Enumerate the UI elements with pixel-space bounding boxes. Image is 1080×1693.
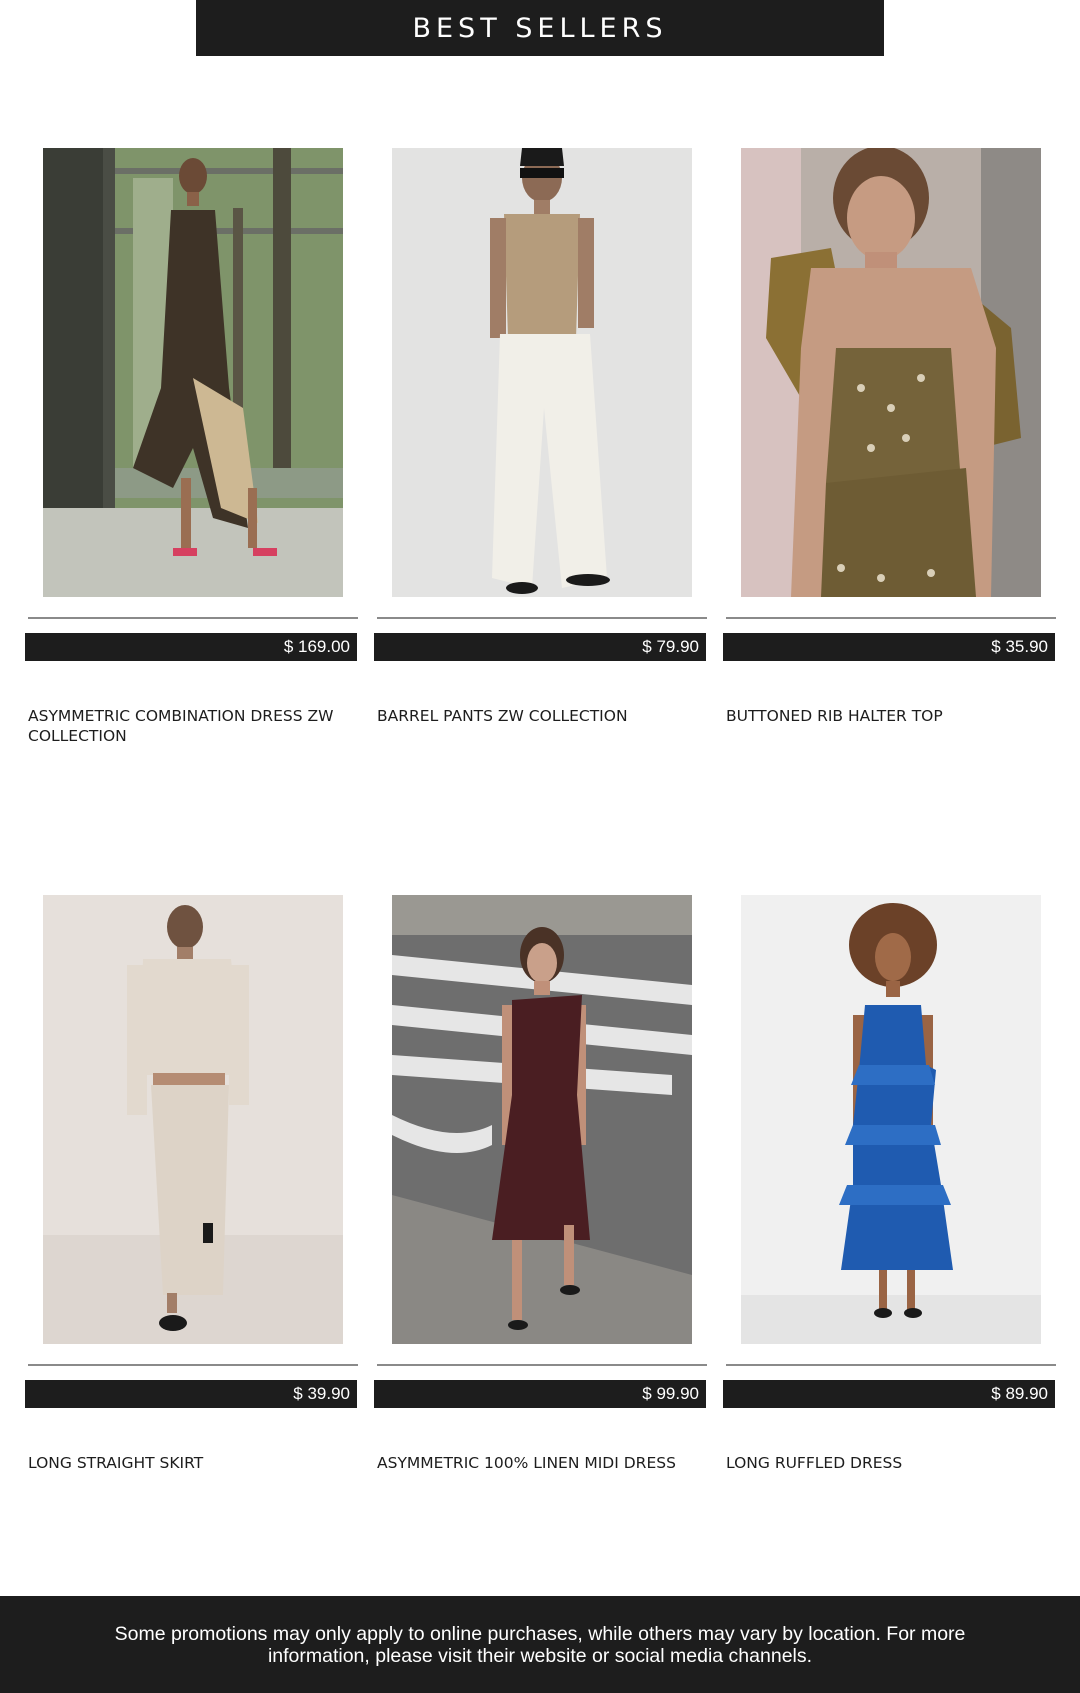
product-image[interactable] — [43, 148, 343, 597]
product-price: $ 99.90 — [642, 1384, 699, 1403]
page-title: BEST SELLERS — [412, 12, 668, 44]
model-olive-buttoned-halter-top-image — [741, 148, 1041, 597]
price-bar: $ 99.90 — [374, 1380, 706, 1408]
model-brown-sheer-halter-dress-image — [43, 148, 343, 597]
product-price: $ 169.00 — [283, 637, 350, 656]
model-burgundy-linen-midi-dress-image — [392, 895, 692, 1344]
product-name[interactable]: ASYMMETRIC COMBINATION DRESS ZW COLLECTI… — [28, 706, 363, 746]
divider — [726, 1364, 1056, 1366]
product-price: $ 89.90 — [991, 1384, 1048, 1403]
product-name[interactable]: ASYMMETRIC 100% LINEN MIDI DRESS — [377, 1453, 712, 1473]
product-card[interactable]: $ 39.90 LONG STRAIGHT SKIRT — [25, 895, 358, 1495]
promotion-notice: Some promotions may only apply to online… — [114, 1622, 966, 1667]
product-card[interactable]: $ 79.90 BARREL PANTS ZW COLLECTION — [374, 148, 707, 748]
price-bar: $ 39.90 — [25, 1380, 357, 1408]
divider — [726, 617, 1056, 619]
price-bar: $ 169.00 — [25, 633, 357, 661]
price-bar: $ 89.90 — [723, 1380, 1055, 1408]
product-name[interactable]: BUTTONED RIB HALTER TOP — [726, 706, 1061, 726]
price-bar: $ 35.90 — [723, 633, 1055, 661]
divider — [28, 617, 358, 619]
product-image[interactable] — [43, 895, 343, 1344]
product-price: $ 35.90 — [991, 637, 1048, 656]
model-cream-cardigan-long-skirt-image — [43, 895, 343, 1344]
product-card[interactable]: $ 35.90 BUTTONED RIB HALTER TOP — [723, 148, 1056, 748]
product-image[interactable] — [392, 895, 692, 1344]
product-image[interactable] — [741, 895, 1041, 1344]
product-name[interactable]: BARREL PANTS ZW COLLECTION — [377, 706, 712, 726]
product-card[interactable]: $ 89.90 LONG RUFFLED DRESS — [723, 895, 1056, 1495]
product-image[interactable] — [392, 148, 692, 597]
product-price: $ 79.90 — [642, 637, 699, 656]
product-price: $ 39.90 — [293, 1384, 350, 1403]
model-knit-top-white-barrel-pants-image — [392, 148, 692, 597]
divider — [377, 617, 707, 619]
best-sellers-banner: BEST SELLERS — [196, 0, 884, 56]
promotion-footer: Some promotions may only apply to online… — [0, 1596, 1080, 1693]
model-blue-ruffled-halter-dress-image — [741, 895, 1041, 1344]
product-card[interactable]: $ 169.00 ASYMMETRIC COMBINATION DRESS ZW… — [25, 148, 358, 748]
product-name[interactable]: LONG STRAIGHT SKIRT — [28, 1453, 363, 1473]
product-name[interactable]: LONG RUFFLED DRESS — [726, 1453, 1061, 1473]
product-image[interactable] — [741, 148, 1041, 597]
product-card[interactable]: $ 99.90 ASYMMETRIC 100% LINEN MIDI DRESS — [374, 895, 707, 1495]
divider — [377, 1364, 707, 1366]
divider — [28, 1364, 358, 1366]
price-bar: $ 79.90 — [374, 633, 706, 661]
